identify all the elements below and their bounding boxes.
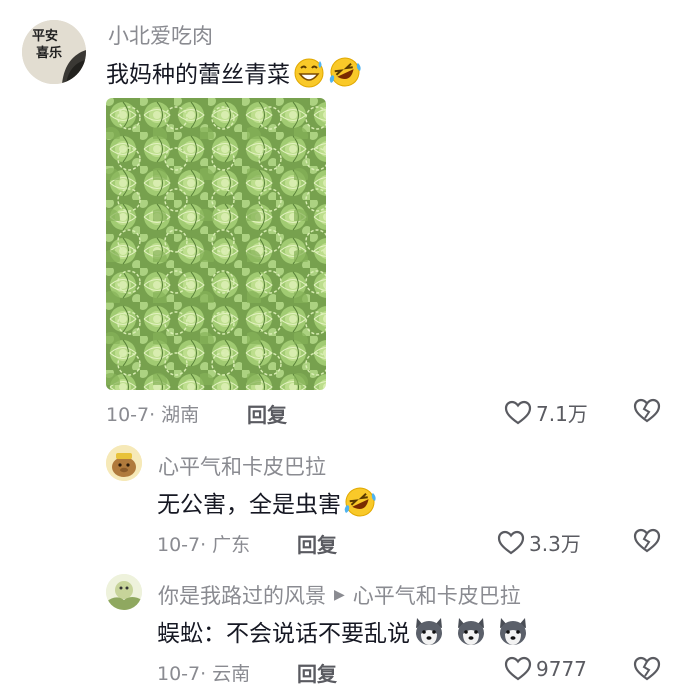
comment-text: 无公害，全是虫害 bbox=[157, 492, 341, 518]
meta-separator: · bbox=[200, 663, 207, 685]
husky-emoji bbox=[416, 618, 442, 645]
dislike-icon[interactable] bbox=[633, 528, 661, 554]
reply-button[interactable]: 回复 bbox=[297, 529, 337, 558]
heart-icon bbox=[504, 400, 532, 424]
comment-text-row: 蜈蚣：不会说话不要乱说 bbox=[157, 613, 530, 649]
comment-author[interactable]: 心平气和卡皮巴拉 bbox=[158, 451, 326, 481]
lace-cabbage-photo bbox=[106, 98, 326, 390]
capybara-avatar-icon bbox=[106, 445, 142, 481]
reply-to-author[interactable]: 心平气和卡皮巴拉 bbox=[353, 580, 521, 610]
dislike-icon[interactable] bbox=[633, 398, 661, 424]
like-button[interactable]: 3.3万 bbox=[497, 528, 581, 557]
comment-author[interactable]: 你是我路过的风景 bbox=[158, 580, 326, 610]
comment-date: 10-7 bbox=[157, 663, 201, 685]
scenery-avatar-icon bbox=[106, 574, 142, 610]
comment-text-row: 无公害，全是虫害 bbox=[157, 484, 377, 520]
like-count: 3.3万 bbox=[529, 532, 581, 556]
comment-date: 10-7 bbox=[106, 404, 150, 426]
reply-arrow-icon: ▶ bbox=[334, 587, 345, 603]
meta-separator: · bbox=[149, 404, 156, 426]
avatar-calligraphy: 平安 喜乐 bbox=[32, 29, 63, 61]
comment-location: 广东 bbox=[212, 534, 251, 556]
rolling-laughing-emoji bbox=[329, 57, 361, 87]
avatar[interactable] bbox=[106, 445, 142, 481]
heart-icon bbox=[504, 656, 532, 681]
reply-button[interactable]: 回复 bbox=[297, 658, 337, 687]
husky-emoji bbox=[500, 618, 526, 645]
avatar[interactable] bbox=[106, 574, 142, 610]
avatar[interactable]: 平安 喜乐 bbox=[22, 20, 86, 84]
comment-date: 10-7 bbox=[157, 534, 201, 556]
like-button[interactable]: 9777 bbox=[504, 656, 587, 682]
dislike-icon[interactable] bbox=[633, 656, 661, 682]
comment-text-row: 我妈种的蕾丝青菜 bbox=[106, 54, 362, 90]
like-count: 9777 bbox=[536, 657, 587, 681]
reply-button[interactable]: 回复 bbox=[247, 399, 287, 428]
comment-meta: 10-7· 湖南 bbox=[106, 400, 199, 427]
grinning-sweat-emoji bbox=[294, 58, 324, 88]
comment-text: 我妈种的蕾丝青菜 bbox=[106, 62, 290, 88]
comment-author[interactable]: 小北爱吃肉 bbox=[108, 20, 213, 50]
comment-text: 蜈蚣：不会说话不要乱说 bbox=[157, 621, 410, 647]
husky-emoji bbox=[458, 618, 484, 645]
rolling-laughing-emoji bbox=[344, 487, 376, 517]
comment-location: 云南 bbox=[212, 663, 251, 685]
like-count: 7.1万 bbox=[536, 402, 588, 426]
reply-header: 你是我路过的风景 ▶ 心平气和卡皮巴拉 bbox=[158, 580, 521, 610]
comment-location: 湖南 bbox=[161, 404, 200, 426]
meta-separator: · bbox=[200, 534, 207, 556]
comment-meta: 10-7· 云南 bbox=[157, 659, 250, 686]
like-button[interactable]: 7.1万 bbox=[504, 398, 588, 427]
comment-meta: 10-7· 广东 bbox=[157, 530, 250, 557]
heart-icon bbox=[497, 530, 525, 554]
comment-image[interactable] bbox=[106, 98, 326, 390]
